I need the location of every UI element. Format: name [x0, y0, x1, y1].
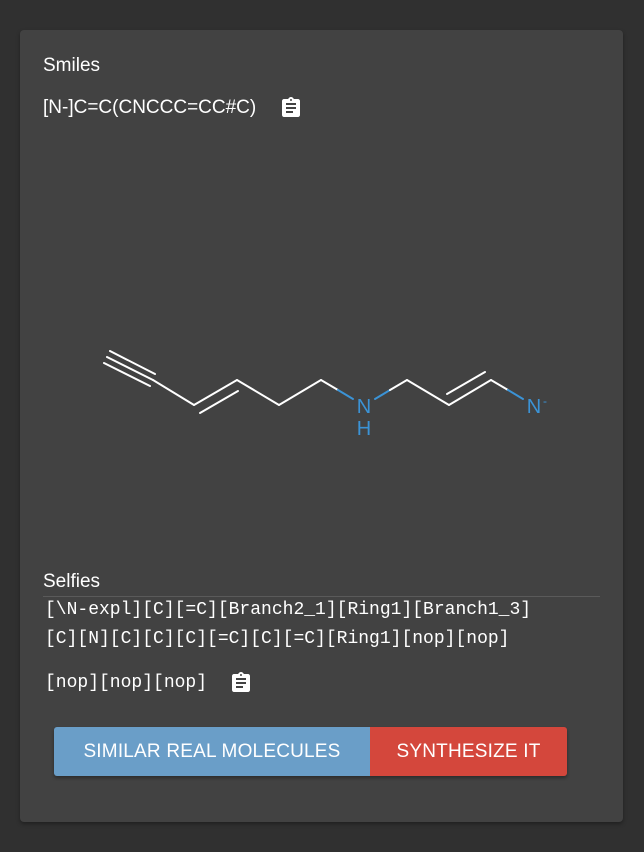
amine-hydrogen-label: H — [357, 418, 371, 440]
selfies-row: [nop][nop][nop] — [45, 671, 253, 695]
double-bond-line — [199, 390, 239, 414]
copy-smiles-clipboard-icon[interactable] — [279, 96, 303, 120]
selfies-value-line: [C][N][C][C][C][=C][C][=C][Ring1][nop][n… — [45, 629, 510, 649]
single-bond-line — [320, 379, 339, 391]
similar-real-molecules-button[interactable]: SIMILAR REAL MOLECULES — [54, 727, 370, 776]
amine-nitrogen-label: N — [357, 396, 371, 418]
single-bond-line — [406, 379, 450, 406]
double-bond-line — [448, 379, 492, 406]
double-bond-line — [193, 379, 238, 406]
anion-charge-label: - — [543, 394, 547, 408]
double-bond-line — [446, 371, 486, 395]
single-bond-line — [278, 379, 322, 406]
copy-selfies-clipboard-icon[interactable] — [229, 671, 253, 695]
action-buttons: SIMILAR REAL MOLECULES SYNTHESIZE IT — [54, 727, 567, 776]
single-bond-line — [236, 379, 280, 406]
smiles-label: Smiles — [43, 55, 101, 76]
selfies-divider — [43, 596, 600, 597]
smiles-value: [N-]C=C(CNCCC=CC#C) — [43, 97, 257, 118]
single-bond-line — [507, 389, 524, 400]
selfies-value-line: [\N-expl][C][=C][Branch2_1][Ring1][Branc… — [45, 600, 532, 620]
selfies-label: Selfies — [43, 571, 101, 592]
single-bond-line — [152, 379, 195, 406]
molecule-card: Smiles [N-]C=C(CNCCC=CC#C) N H N - Selfi… — [20, 30, 623, 822]
single-bond-line — [389, 379, 408, 391]
anion-nitrogen-label: N — [527, 396, 541, 418]
smiles-row: [N-]C=C(CNCCC=CC#C) — [43, 96, 303, 120]
molecule-structure: N H N - — [103, 350, 547, 440]
synthesize-it-button[interactable]: SYNTHESIZE IT — [370, 727, 567, 776]
single-bond-line — [337, 389, 354, 400]
single-bond-line — [490, 379, 509, 391]
single-bond-line — [374, 389, 391, 400]
selfies-value-line: [nop][nop][nop] — [45, 673, 208, 693]
